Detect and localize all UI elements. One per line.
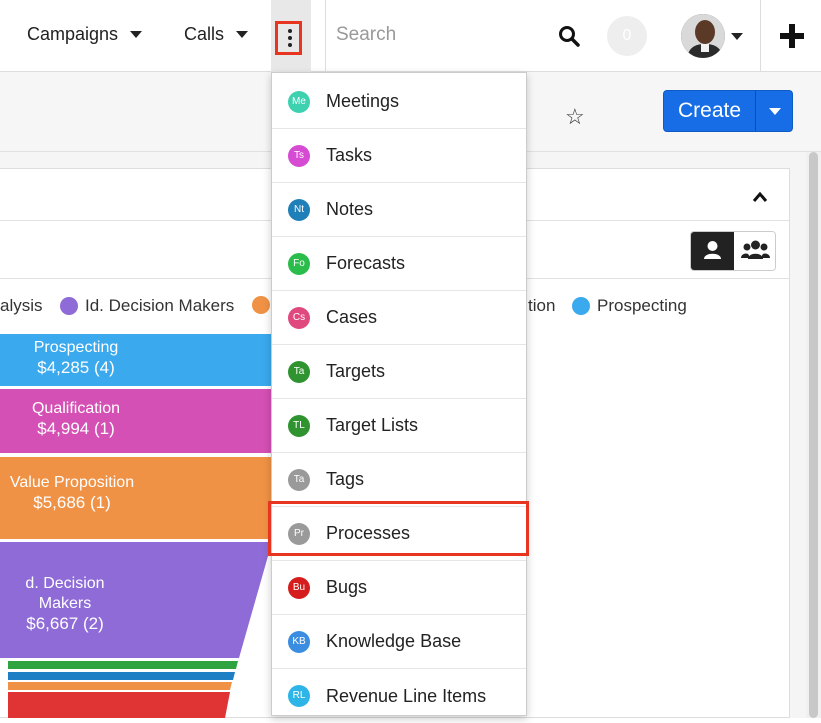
legend-item[interactable]: Prospecting [572, 296, 687, 316]
menu-item-tags[interactable]: Ta Tags [272, 453, 526, 507]
cases-icon: Cs [288, 306, 310, 329]
more-icon-dot [288, 43, 292, 47]
view-toggle [690, 231, 776, 271]
menu-item-label: Bugs [326, 577, 368, 597]
revenue-line-items-icon: RL [288, 685, 310, 707]
menu-item-tasks[interactable]: Ts Tasks [272, 129, 526, 183]
search-icon[interactable] [558, 25, 580, 47]
users-group-icon [741, 240, 770, 259]
tab-campaigns[interactable]: Campaigns [27, 24, 143, 45]
legend-item[interactable]: alysis [0, 296, 43, 316]
favorite-star-icon[interactable]: ☆ [565, 104, 585, 130]
scrollbar-thumb[interactable] [809, 152, 818, 718]
legend-swatch [252, 296, 270, 314]
menu-item-targets[interactable]: Ta Targets [272, 345, 526, 399]
notes-icon: Nt [288, 198, 310, 221]
funnel-segment-proposal [8, 682, 232, 690]
forecasts-icon: Fo [288, 252, 310, 275]
menu-item-knowledge-base[interactable]: KB Knowledge Base [272, 615, 526, 669]
menu-item-label: Tags [326, 469, 365, 489]
menu-item-meetings[interactable]: Me Meetings [272, 75, 526, 129]
menu-item-label: Target Lists [326, 415, 419, 435]
user-icon [704, 241, 721, 259]
create-button[interactable]: Create [663, 90, 793, 132]
funnel-stage-label: d. Decision Makers [25, 575, 105, 612]
tasks-icon: Ts [288, 144, 310, 167]
funnel-segment-value-proposition[interactable]: Value Proposition $5,686 (1) [0, 457, 272, 539]
chevron-down-icon[interactable] [236, 31, 249, 38]
funnel-segment-qualification[interactable]: Qualification $4,994 (1) [0, 389, 272, 453]
meetings-icon: Me [288, 90, 310, 113]
menu-item-target-lists[interactable]: TL Target Lists [272, 399, 526, 453]
tab-calls[interactable]: Calls [184, 24, 249, 45]
funnel-stage-label: Prospecting [33, 339, 119, 356]
target-lists-icon: TL [288, 414, 310, 437]
legend-label: alysis [0, 296, 43, 315]
funnel-stage-amount: $6,667 (2) [26, 614, 104, 633]
funnel-segment-prospecting[interactable]: Prospecting $4,285 (4) [0, 334, 272, 386]
processes-highlight-box [268, 501, 529, 556]
divider [755, 91, 756, 131]
menu-item-label: Cases [326, 307, 378, 327]
funnel-stage-label: Qualification [31, 400, 121, 417]
highlight-box [275, 21, 302, 55]
menu-item-label: Notes [326, 199, 374, 219]
legend-label: Prospecting [597, 296, 687, 315]
create-button-label: Create [677, 99, 742, 122]
chevron-down-icon[interactable] [731, 33, 743, 40]
legend-label: Id. Decision Makers [85, 296, 235, 315]
menu-item-label: Revenue Line Items [326, 685, 487, 706]
team-items-toggle[interactable] [734, 232, 775, 270]
tags-icon: Ta [288, 468, 310, 491]
menu-item-forecasts[interactable]: Fo Forecasts [272, 237, 526, 291]
menu-item-bugs[interactable]: Bu Bugs [272, 561, 526, 615]
chevron-up-icon[interactable] [752, 191, 768, 203]
legend-swatch [60, 297, 78, 315]
funnel-segment-decision-makers[interactable]: d. Decision Makers $6,667 (2) [0, 574, 240, 633]
funnel-segment-negotiation [8, 692, 230, 718]
menu-item-label: Meetings [326, 91, 400, 111]
funnel-segment-perception-analysis [8, 661, 238, 669]
legend-swatch [572, 297, 590, 315]
avatar[interactable] [681, 14, 725, 58]
legend-item[interactable]: Id. Decision Makers [60, 296, 234, 316]
create-dropdown-chevron-down-icon[interactable] [769, 108, 781, 115]
divider [760, 0, 761, 72]
menu-item-notes[interactable]: Nt Notes [272, 183, 526, 237]
tab-calls-label: Calls [184, 24, 225, 44]
menu-item-label: Tasks [326, 145, 373, 165]
legend-label: tion [528, 296, 556, 315]
menu-item-revenue-line-items[interactable]: RL Revenue Line Items [272, 669, 526, 723]
funnel-stage-amount: $4,285 (4) [37, 358, 115, 377]
more-modules-button[interactable] [271, 0, 311, 72]
funnel-stage-amount: $5,686 (1) [33, 493, 111, 512]
legend-item[interactable]: tion [528, 296, 555, 316]
bugs-icon: Bu [288, 576, 310, 599]
menu-item-label: Knowledge Base [326, 631, 462, 651]
menu-item-cases[interactable]: Cs Cases [272, 291, 526, 345]
my-items-toggle[interactable] [691, 232, 734, 270]
notifications-badge[interactable]: 0 [607, 16, 647, 56]
tab-campaigns-label: Campaigns [27, 24, 119, 44]
more-icon-dot [288, 36, 292, 40]
menu-item-label: Forecasts [326, 253, 406, 273]
menu-item-label: Targets [326, 361, 386, 381]
targets-icon: Ta [288, 360, 310, 383]
funnel-stage-label: Value Proposition [9, 474, 135, 491]
chevron-down-icon[interactable] [130, 31, 143, 38]
user-photo-icon [681, 14, 725, 58]
top-navigation-bar: Campaigns Calls 0 [0, 0, 821, 72]
more-icon [288, 29, 292, 33]
funnel-stage-amount: $4,994 (1) [37, 419, 115, 438]
funnel-segment-needs-analysis [8, 672, 235, 680]
search-bar [325, 0, 587, 72]
scrollbar[interactable] [806, 152, 821, 718]
knowledge-base-icon: KB [288, 630, 310, 653]
search-input[interactable] [336, 24, 536, 46]
quick-create-plus-icon[interactable] [780, 24, 804, 48]
more-modules-menu: Me Meetings Ts Tasks Nt Notes Fo Forecas… [271, 72, 527, 716]
